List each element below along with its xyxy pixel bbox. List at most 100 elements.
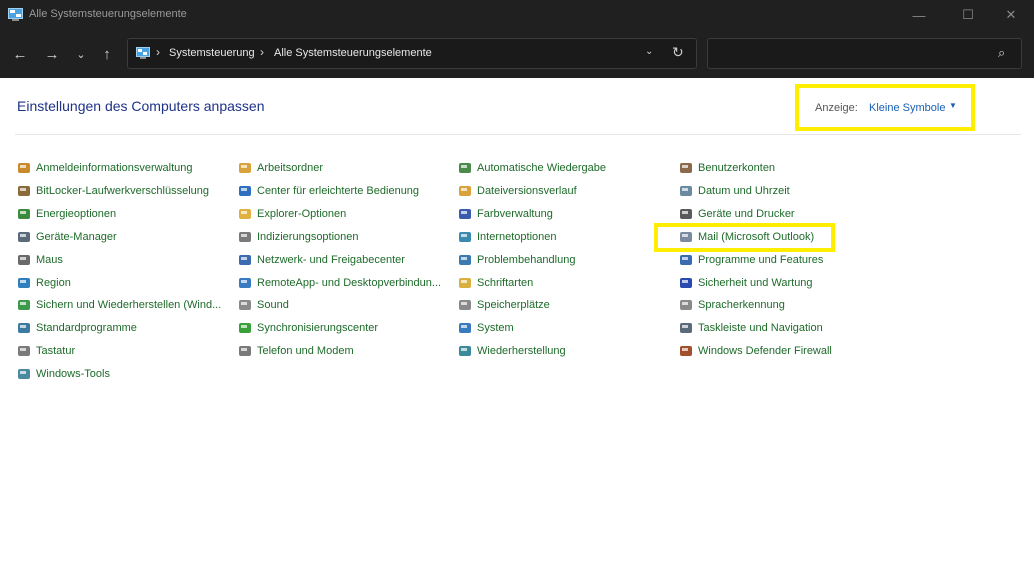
device-manager-icon [17,230,31,244]
breadcrumb-separator-icon[interactable]: › [260,45,264,59]
item-label: RemoteApp- und Desktopverbindun... [257,276,442,289]
accessibility-icon [238,184,252,198]
bitlocker-icon [17,184,31,198]
folder-options-icon [238,207,252,221]
control-panel-item[interactable]: Automatische Wiedergabe [458,158,606,178]
control-panel-item[interactable]: Center für erleichterte Bedienung [238,181,419,201]
control-panel-item[interactable]: Speicherplätze [458,295,550,315]
remoteapp-icon [238,276,252,290]
default-programs-icon [17,321,31,335]
control-panel-item[interactable]: System [458,318,514,338]
address-dropdown-icon[interactable]: ⌄ [645,46,653,57]
modem-icon [238,344,252,358]
fonts-icon [458,276,472,290]
breadcrumb-systemsteuerung[interactable]: Systemsteuerung [169,47,255,59]
control-panel-item[interactable]: BitLocker-Laufwerkverschlüsselung [17,181,209,201]
title-bar: Alle Systemsteuerungselemente — ☐ ✕ [0,0,1034,30]
item-label: Geräte und Drucker [698,207,795,220]
item-label: Synchronisierungscenter [257,322,379,335]
control-panel-item[interactable]: Indizierungsoptionen [238,227,359,247]
search-box[interactable]: ⌕ [707,38,1022,69]
control-panel-item[interactable]: Benutzerkonten [679,158,775,178]
item-label: Windows Defender Firewall [698,345,832,358]
control-panel-item[interactable]: Sicherheit und Wartung [679,273,813,293]
control-panel-item[interactable]: Netzwerk- und Freigabecenter [238,250,405,270]
color-management-icon [458,207,472,221]
control-panel-item[interactable]: Region [17,273,71,293]
refresh-icon[interactable]: ↻ [672,44,684,61]
control-panel-item[interactable]: Internetoptionen [458,227,557,247]
control-panel-item[interactable]: Wiederherstellung [458,341,566,361]
item-label: Sicherheit und Wartung [698,276,813,289]
globe-icon [17,276,31,290]
control-panel-item[interactable]: Synchronisierungscenter [238,318,378,338]
breadcrumb-separator-icon: › [156,45,160,59]
view-mode-dropdown[interactable]: Kleine Symbole [869,102,945,114]
control-panel-item[interactable]: Sound [238,295,289,315]
maximize-button[interactable]: ☐ [945,0,991,30]
control-panel-window: Alle Systemsteuerungselemente — ☐ ✕ ← → … [0,0,1034,582]
item-label: Sound [257,299,289,312]
power-icon [17,207,31,221]
control-panel-item[interactable]: Geräte-Manager [17,227,117,247]
control-panel-item[interactable]: Windows-Tools [17,364,110,384]
programs-features-icon [679,253,693,267]
control-panel-item[interactable]: Problembehandlung [458,250,575,270]
control-panel-icon [8,8,23,21]
control-panel-item[interactable]: Dateiversionsverlauf [458,181,577,201]
item-label: Sichern und Wiederherstellen (Wind... [36,299,222,312]
item-label: Windows-Tools [36,368,110,381]
network-icon [238,253,252,267]
item-label: Programme und Features [698,253,824,266]
control-panel-item[interactable]: Energieoptionen [17,204,116,224]
file-history-icon [458,184,472,198]
back-arrow-icon[interactable]: ← [9,43,31,65]
close-button[interactable]: ✕ [988,0,1034,30]
control-panel-item[interactable]: Schriftarten [458,273,533,293]
item-label: Center für erleichterte Bedienung [257,184,420,197]
control-panel-item[interactable]: RemoteApp- und Desktopverbindun... [238,273,441,293]
control-panel-item[interactable]: Farbverwaltung [458,204,553,224]
item-label: Problembehandlung [477,253,576,266]
control-panel-item[interactable]: Telefon und Modem [238,341,354,361]
control-panel-item[interactable]: Tastatur [17,341,75,361]
minimize-button[interactable]: — [896,0,942,30]
view-selector-highlight: Anzeige: Kleine Symbole ▼ [795,84,975,131]
item-label: BitLocker-Laufwerkverschlüsselung [36,184,210,197]
control-panel-item[interactable]: Geräte und Drucker [679,204,795,224]
control-panel-item[interactable]: Windows Defender Firewall [679,341,832,361]
forward-arrow-icon[interactable]: → [41,43,63,65]
item-label: Indizierungsoptionen [257,230,359,243]
control-panel-item[interactable]: Maus [17,250,63,270]
item-label: Schriftarten [477,276,534,289]
caret-down-icon[interactable]: ▼ [949,101,957,110]
item-label: Maus [36,253,63,266]
control-panel-item[interactable]: Taskleiste und Navigation [679,318,823,338]
item-label: Dateiversionsverlauf [477,184,577,197]
item-label: Region [36,276,71,289]
control-panel-item[interactable]: Explorer-Optionen [238,204,346,224]
microphone-icon [679,298,693,312]
control-panel-item[interactable]: Arbeitsordner [238,158,323,178]
item-label: Arbeitsordner [257,162,324,174]
address-bar[interactable]: › Systemsteuerung › Alle Systemsteuerung… [127,38,697,69]
flag-icon [679,276,693,290]
item-label: System [477,322,514,335]
control-panel-item[interactable]: Standardprogramme [17,318,137,338]
control-panel-item[interactable]: Spracherkennung [679,295,785,315]
control-panel-item[interactable]: Programme und Features [679,250,823,270]
recent-locations-chevron-icon[interactable]: ⌄ [70,43,92,65]
internet-options-icon [458,230,472,244]
storage-spaces-icon [458,298,472,312]
search-icon[interactable]: ⌕ [998,45,1005,61]
view-label: Anzeige: [815,102,858,114]
indexing-icon [238,230,252,244]
up-arrow-icon[interactable]: ↑ [96,43,118,65]
control-panel-item[interactable]: Sichern und Wiederherstellen (Wind... [17,295,221,315]
search-input[interactable] [714,43,984,65]
speaker-icon [238,298,252,312]
control-panel-item[interactable]: Anmeldeinformationsverwaltung [17,158,193,178]
breadcrumb-all-items[interactable]: Alle Systemsteuerungselemente [274,47,432,59]
printer-icon [679,207,693,221]
control-panel-item[interactable]: Datum und Uhrzeit [679,181,790,201]
